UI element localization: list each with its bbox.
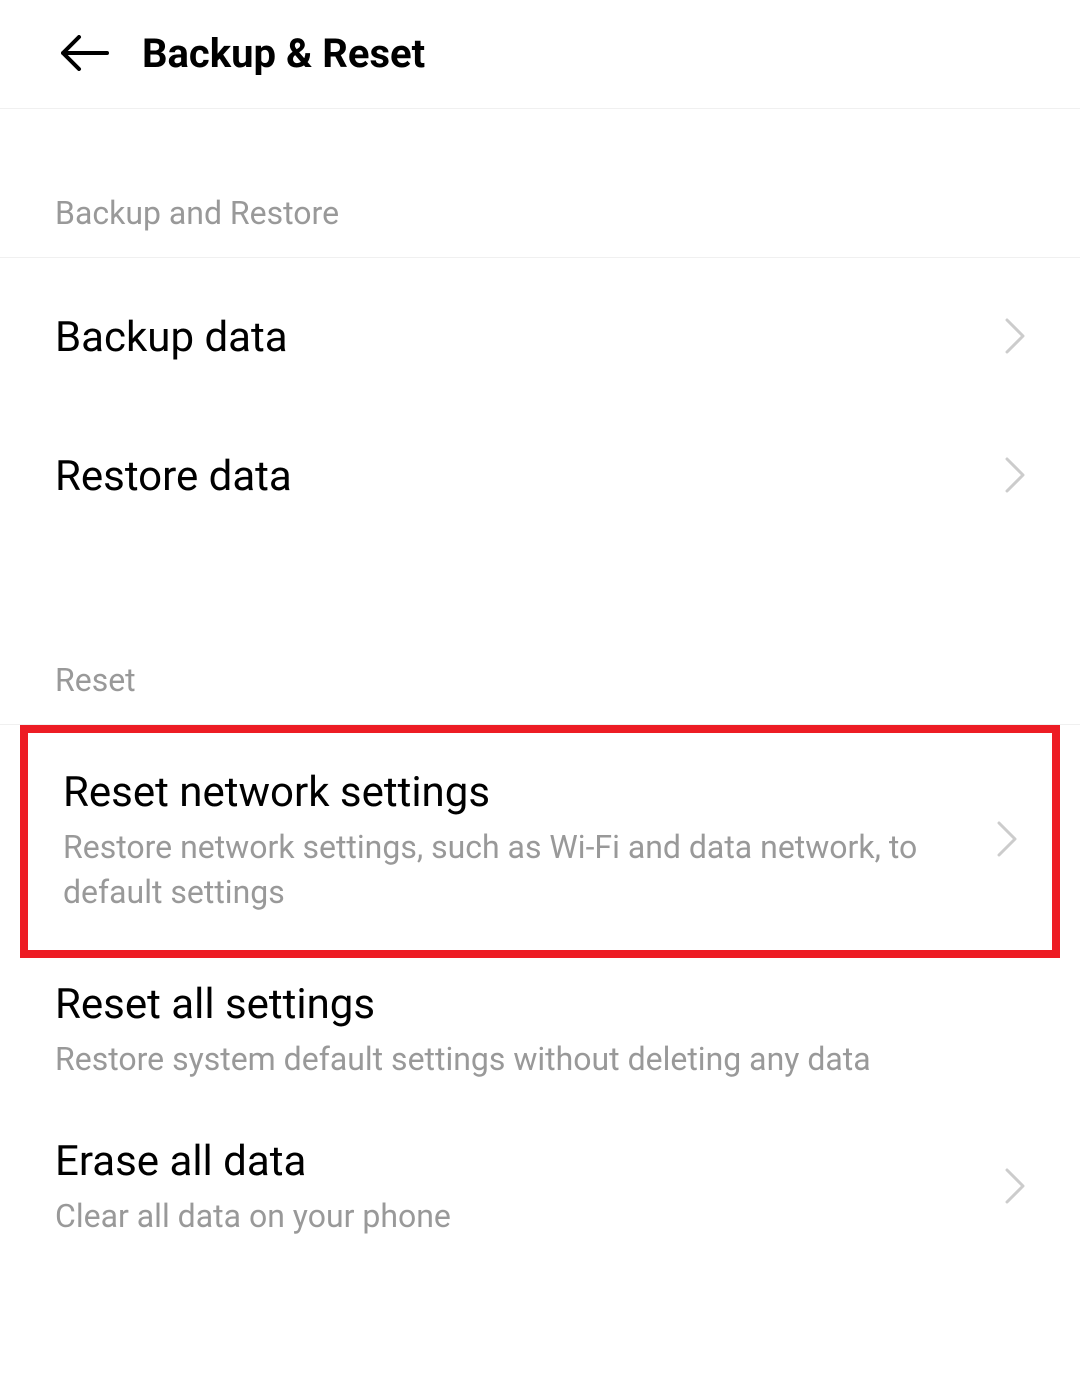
chevron-right-icon — [997, 821, 1017, 861]
restore-data-title: Restore data — [55, 452, 985, 501]
backup-data-title: Backup data — [55, 313, 985, 362]
erase-all-subtitle: Clear all data on your phone — [55, 1194, 985, 1239]
reset-network-subtitle: Restore network settings, such as Wi-Fi … — [63, 825, 977, 915]
erase-all-title: Erase all data — [55, 1137, 985, 1186]
reset-network-settings-item[interactable]: Reset network settings Restore network s… — [28, 733, 1052, 950]
reset-all-settings-item[interactable]: Reset all settings Restore system defaul… — [0, 958, 1080, 1110]
header-bar: Backup & Reset — [0, 0, 1080, 109]
chevron-right-icon — [1005, 1168, 1025, 1208]
arrow-left-icon — [61, 35, 109, 71]
back-button[interactable] — [60, 28, 110, 78]
list-item-content: Reset all settings Restore system defaul… — [55, 980, 1025, 1082]
list-item-content: Backup data — [55, 313, 985, 362]
list-item-content: Erase all data Clear all data on your ph… — [55, 1137, 985, 1239]
page-title: Backup & Reset — [142, 30, 425, 77]
chevron-right-icon — [1005, 457, 1025, 497]
reset-all-subtitle: Restore system default settings without … — [55, 1037, 1025, 1082]
reset-all-title: Reset all settings — [55, 980, 1025, 1029]
content-area: Backup and Restore Backup data Restore d… — [0, 109, 1080, 1267]
backup-data-item[interactable]: Backup data — [0, 258, 1080, 412]
list-item-content: Restore data — [55, 452, 985, 501]
section-header-backup-restore: Backup and Restore — [0, 109, 1080, 258]
chevron-right-icon — [1005, 318, 1025, 358]
list-item-content: Reset network settings Restore network s… — [63, 768, 977, 915]
erase-all-data-item[interactable]: Erase all data Clear all data on your ph… — [0, 1109, 1080, 1267]
restore-data-item[interactable]: Restore data — [0, 412, 1080, 561]
section-header-reset: Reset — [0, 561, 1080, 725]
reset-network-title: Reset network settings — [63, 768, 977, 817]
highlight-box: Reset network settings Restore network s… — [20, 725, 1060, 958]
